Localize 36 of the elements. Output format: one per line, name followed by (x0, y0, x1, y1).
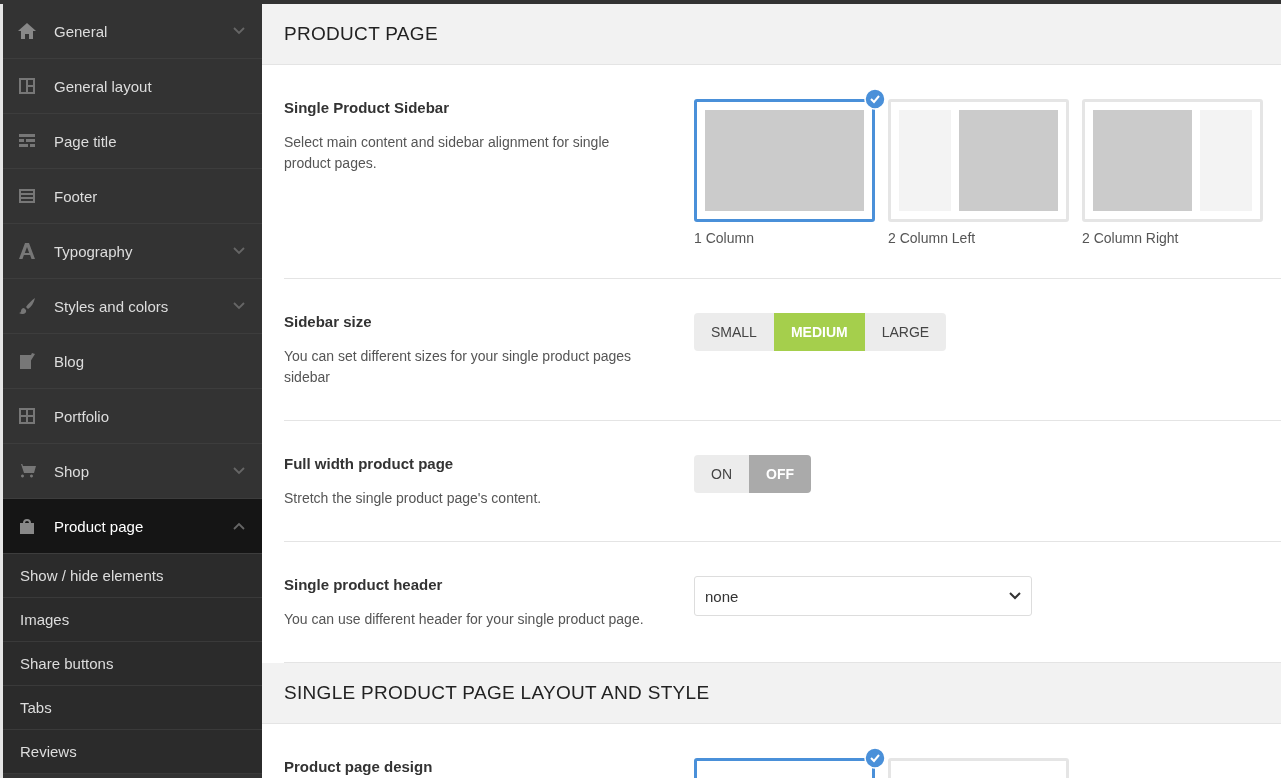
option-button[interactable]: SMALL (694, 313, 774, 351)
sidebar-subitem[interactable]: Share buttons (3, 642, 262, 686)
section-title: SINGLE PRODUCT PAGE LAYOUT AND STYLE (284, 682, 710, 704)
footer-icon (17, 186, 37, 206)
sidebar-subitem[interactable]: Show / hide elements (3, 554, 262, 598)
sidebar-subitem[interactable]: Images (3, 598, 262, 642)
section-title: PRODUCT PAGE (284, 23, 438, 45)
setting-label: Single product header (284, 576, 444, 593)
setting-label: Full width product page (284, 455, 455, 472)
header-select[interactable]: none (694, 576, 1032, 616)
setting-description: Select main content and sidebar alignment for single product pages. (284, 133, 611, 173)
letter-icon (17, 241, 37, 261)
setting-description: You can set different sizes for your single product pages sidebar (284, 347, 633, 387)
check-icon (864, 747, 886, 769)
option-label: 2 Column Right (1082, 230, 1180, 246)
check-icon (864, 88, 886, 110)
bag-icon (17, 516, 37, 536)
chevron-down-icon (1009, 592, 1021, 600)
brush-icon (17, 296, 37, 316)
option-button[interactable]: ON (694, 455, 749, 493)
option-label: 2 Column Left (888, 230, 977, 246)
setting-label: Product page design (284, 758, 434, 775)
edit-icon (17, 351, 37, 371)
sidebar-subitem[interactable]: Reviews (3, 730, 262, 774)
option-button[interactable]: LARGE (864, 313, 947, 351)
setting-description: You can use different header for your single product page. (284, 610, 645, 629)
setting-label: Sidebar size (284, 313, 373, 330)
layout-option[interactable] (694, 99, 875, 222)
sidebar-item[interactable]: Product page (3, 499, 262, 554)
setting-label: Single Product Sidebar (284, 99, 451, 116)
layout-icon (17, 76, 37, 96)
setting-description: Stretch the single product page's content. (284, 489, 543, 508)
sidebar-subitem[interactable]: Tabs (3, 686, 262, 730)
home-icon (17, 21, 37, 41)
grid-icon (17, 406, 37, 426)
option-label: 1 Column (694, 230, 755, 246)
